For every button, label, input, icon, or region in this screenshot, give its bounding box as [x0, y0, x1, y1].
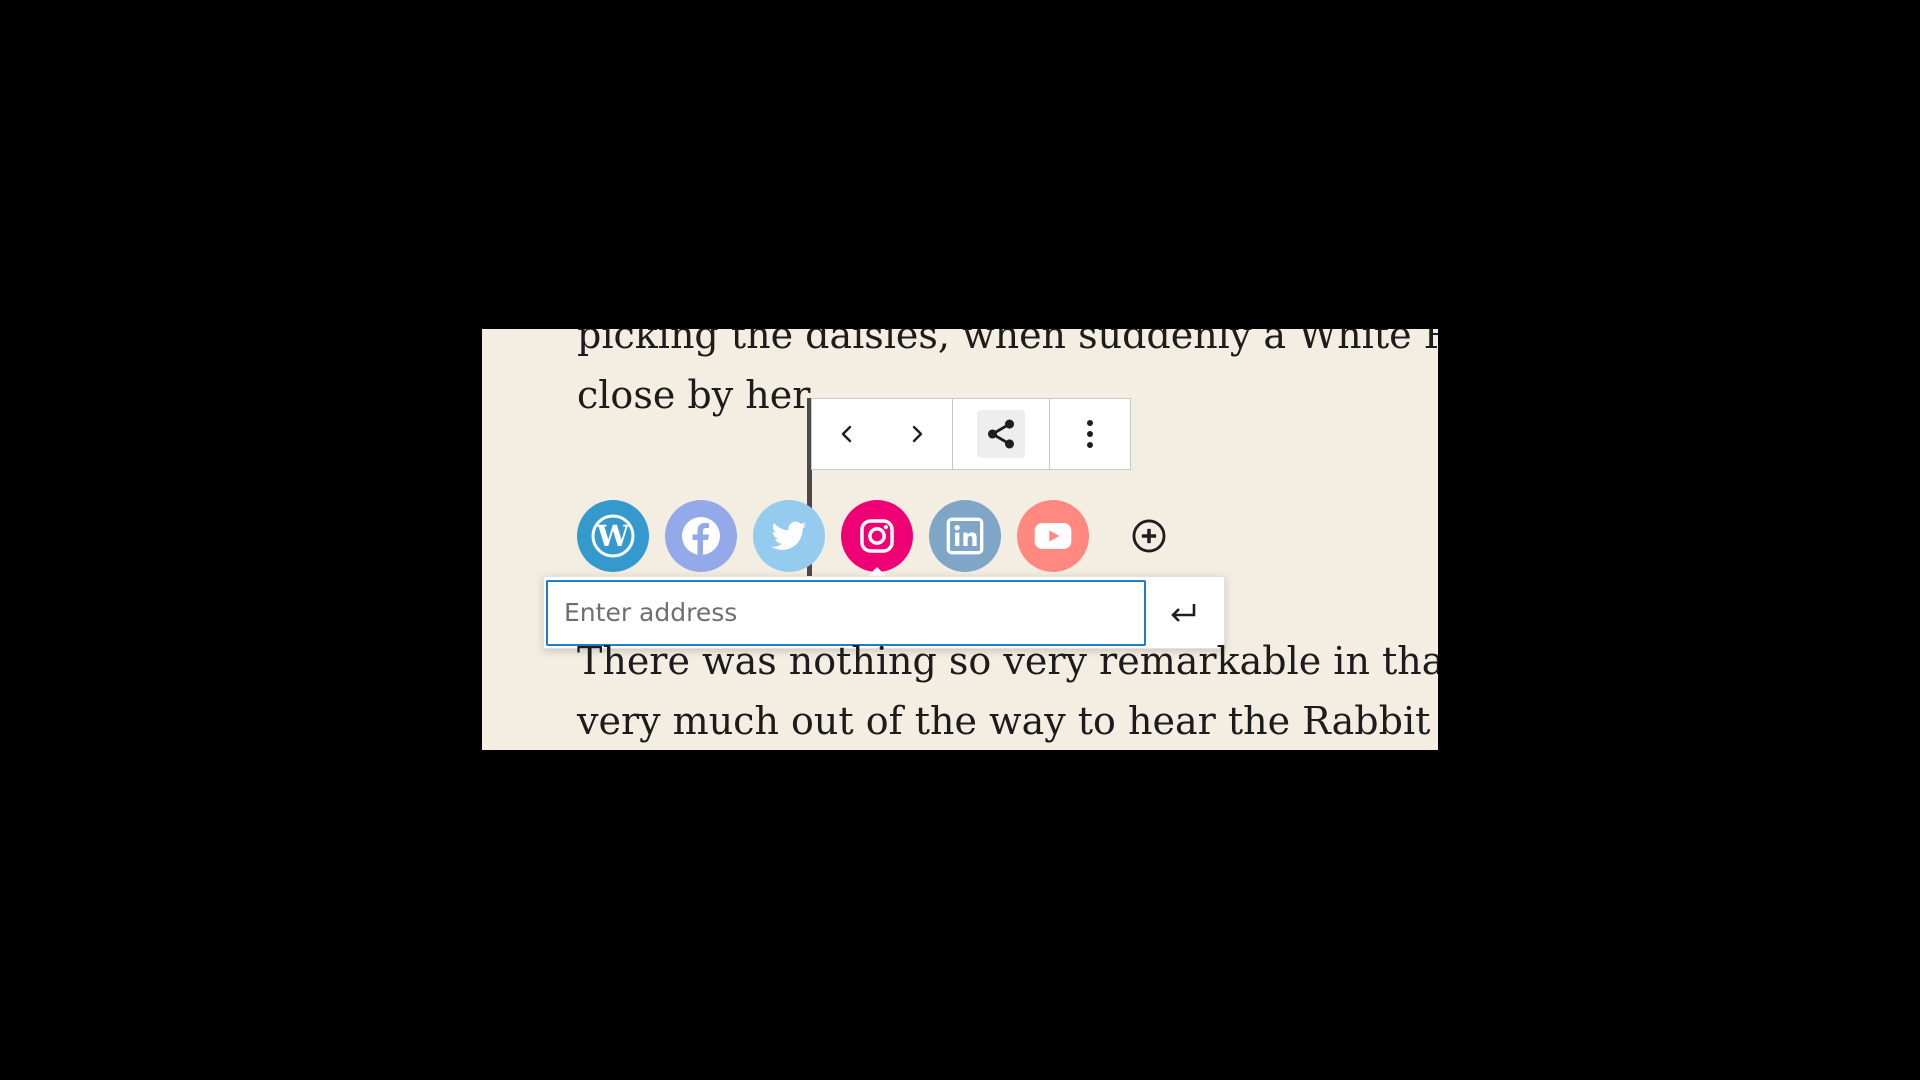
more-vertical-icon	[1087, 420, 1093, 448]
chevron-right-icon	[912, 425, 923, 443]
add-social-link-button[interactable]	[1129, 516, 1169, 556]
social-icons-block: W	[577, 500, 1169, 572]
toolbar-more-group	[1050, 399, 1130, 469]
social-link-instagram[interactable]	[841, 500, 913, 572]
social-link-linkedin[interactable]	[929, 500, 1001, 572]
change-block-type-button[interactable]	[953, 399, 1049, 469]
svg-text:W: W	[596, 519, 630, 553]
move-left-button[interactable]	[812, 399, 882, 469]
social-link-facebook[interactable]	[665, 500, 737, 572]
social-link-youtube[interactable]	[1017, 500, 1089, 572]
linkedin-icon	[946, 517, 984, 555]
wordpress-icon: W	[591, 514, 635, 558]
youtube-icon	[1034, 523, 1072, 549]
instagram-icon	[860, 519, 894, 553]
block-toolbar	[811, 398, 1131, 470]
editor-canvas: picking the daisies, when suddenly a Whi…	[482, 329, 1438, 750]
paragraph-block-bottom[interactable]: There was nothing so very remarkable in …	[577, 631, 1438, 750]
enter-icon	[1171, 603, 1196, 622]
active-button-highlight	[977, 410, 1025, 458]
social-link-twitter[interactable]	[753, 500, 825, 572]
add-circle-icon	[1132, 519, 1166, 553]
toolbar-move-group	[812, 399, 953, 469]
twitter-icon	[771, 521, 807, 550]
letterbox-background: picking the daisies, when suddenly a Whi…	[0, 0, 1920, 1080]
more-options-button[interactable]	[1050, 399, 1130, 469]
toolbar-type-group	[953, 399, 1050, 469]
social-link-wordpress[interactable]: W	[577, 500, 649, 572]
chevron-left-icon	[841, 425, 852, 443]
move-right-button[interactable]	[882, 399, 952, 469]
share-icon	[987, 419, 1015, 449]
facebook-icon	[682, 517, 720, 555]
